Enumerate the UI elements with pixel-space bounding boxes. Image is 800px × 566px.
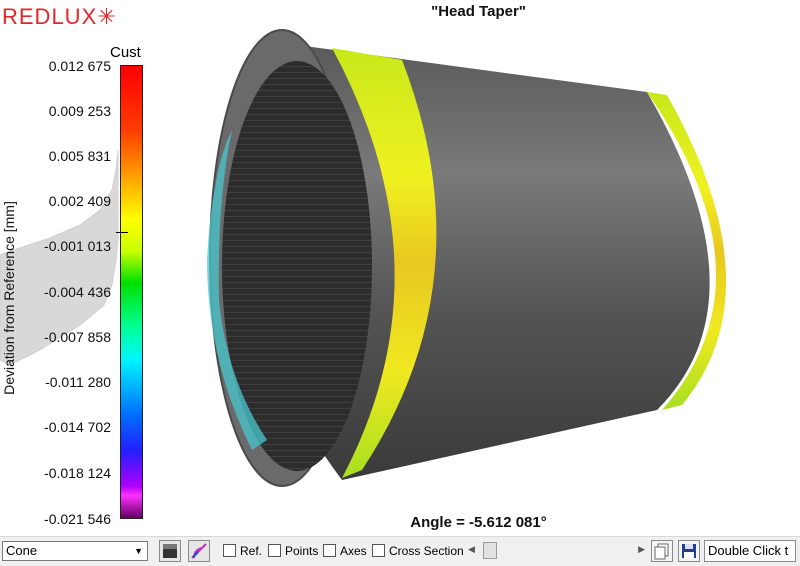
- colorbar-axis-label: Deviation from Reference [mm]: [1, 201, 17, 395]
- colorbar-tick: 0.002 409: [48, 193, 111, 209]
- copy-button[interactable]: [651, 540, 673, 562]
- colorbar-tick: -0.007 858: [44, 329, 111, 345]
- colorbar-header: Cust: [110, 44, 141, 61]
- measure-tool-button[interactable]: [188, 540, 210, 562]
- scroll-right-icon[interactable]: ▶: [638, 544, 645, 555]
- colorbar-tick: -0.018 124: [44, 465, 111, 481]
- colorbar-tick: 0.012 675: [48, 58, 111, 74]
- copy-icon: [654, 543, 669, 560]
- 3d-viewport[interactable]: "Head Taper" Angle = -5.612 081°: [157, 0, 800, 536]
- color-map-button[interactable]: [159, 540, 181, 562]
- ref-checkbox[interactable]: Ref.: [223, 544, 262, 560]
- viewport-title: "Head Taper": [431, 3, 526, 20]
- axes-checkbox[interactable]: Axes: [323, 544, 367, 560]
- colorbar-tick: -0.014 702: [44, 419, 111, 435]
- scroll-left-icon[interactable]: ◀: [468, 544, 475, 555]
- colorbar-tick: -0.001 013: [44, 238, 111, 254]
- floppy-disk-icon: [682, 544, 696, 558]
- points-label: Points: [285, 544, 319, 558]
- shading-icon: [163, 544, 177, 558]
- colorbar-tick: -0.021 546: [44, 511, 111, 527]
- colorbar-tick: -0.011 280: [45, 374, 111, 390]
- save-button[interactable]: [678, 540, 700, 562]
- chevron-down-icon: ▼: [134, 546, 143, 556]
- scroll-thumb[interactable]: [483, 542, 497, 559]
- colorbar-tick: 0.005 831: [48, 148, 111, 164]
- colorbar-marker: [116, 232, 128, 233]
- ref-label: Ref.: [240, 544, 263, 558]
- redlux-logo: REDLUX✳: [2, 4, 117, 29]
- angle-readout: Angle = -5.612 081°: [410, 514, 547, 531]
- colorbar-tick: -0.004 436: [44, 284, 111, 300]
- legend-panel: REDLUX✳ Cust 0.012 675 0.009 253 0.005 8…: [0, 0, 157, 536]
- cross-section-checkbox[interactable]: Cross Section: [372, 544, 464, 560]
- fit-type-select[interactable]: Cone ▼: [2, 541, 148, 561]
- double-click-field[interactable]: Double Click t: [704, 540, 796, 562]
- axes-label: Axes: [340, 544, 367, 558]
- cross-section-label: Cross Section: [389, 544, 464, 558]
- protractor-icon: [191, 543, 207, 559]
- bottom-toolbar: Cone ▼ Ref. Points Axes Cross Section ◀ ▶…: [0, 536, 800, 565]
- colorbar: [120, 65, 143, 519]
- horizontal-scrollbar[interactable]: ◀ ▶: [466, 541, 647, 561]
- points-checkbox[interactable]: Points: [268, 544, 318, 560]
- colorbar-tick: 0.009 253: [48, 103, 111, 119]
- taper-3d-render[interactable]: [157, 0, 800, 536]
